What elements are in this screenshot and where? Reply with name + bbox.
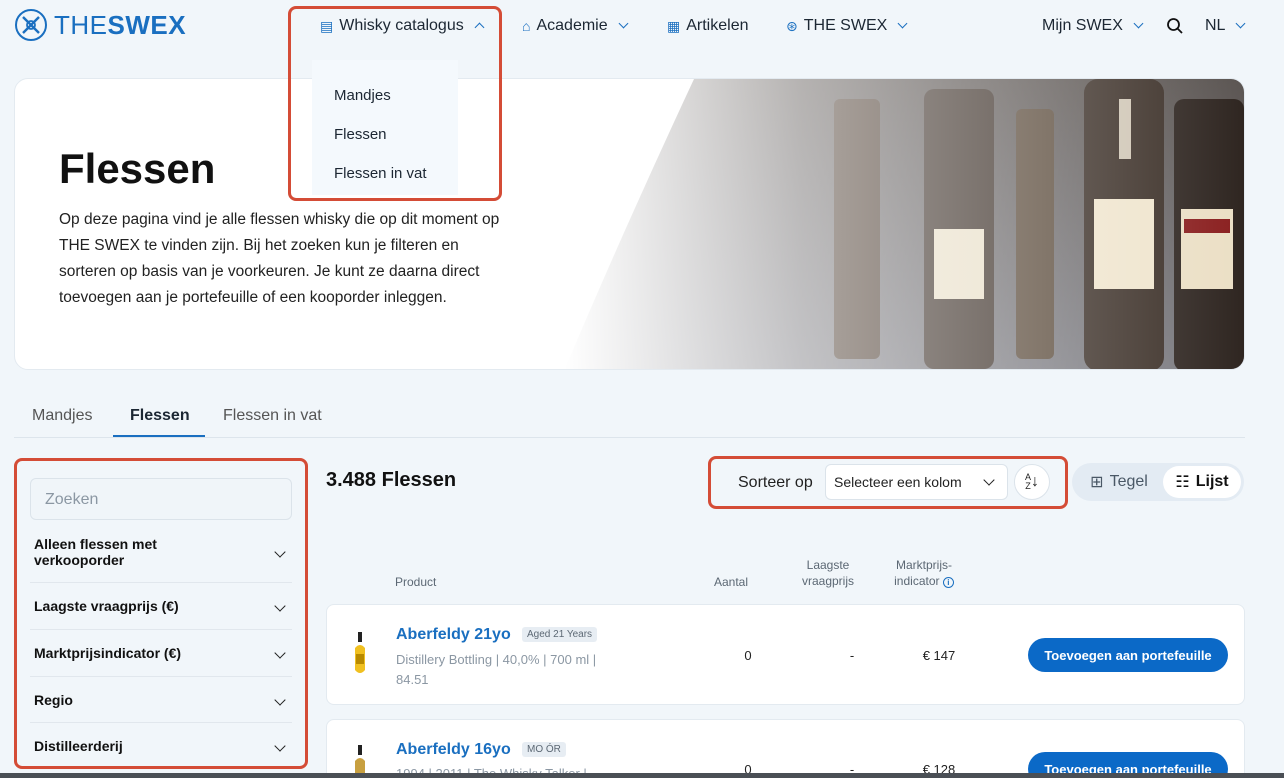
cell-laagste: - <box>849 648 855 663</box>
chevron-down-icon <box>1133 18 1144 28</box>
window-bottom-edge <box>0 773 1284 778</box>
product-badge: MO ÓR <box>522 742 566 757</box>
tabs-divider <box>14 437 1245 438</box>
nav-the-swex[interactable]: ⊛ THE SWEX <box>786 17 908 35</box>
tab-flessen-in-vat[interactable]: Flessen in vat <box>223 407 322 425</box>
cell-markt: € 147 <box>922 648 956 663</box>
col-marktprijsindicator: Marktprijs- indicator i <box>894 558 954 588</box>
logo-text: THESWEX <box>54 9 187 40</box>
active-tab-indicator <box>113 435 205 437</box>
chevron-down-icon <box>1236 18 1246 28</box>
tab-flessen[interactable]: Flessen <box>130 407 190 425</box>
add-to-portfolio-button[interactable]: Toevoegen aan portefeuille <box>1028 638 1228 672</box>
view-list-button[interactable]: ☷ Lijst <box>1163 466 1241 498</box>
col-aantal: Aantal <box>714 575 749 589</box>
col-laagste-vraagprijs: Laagste vraagprijs <box>801 558 855 588</box>
academy-icon: ⌂ <box>522 18 531 34</box>
nav-mijn-swex[interactable]: Mijn SWEX <box>1042 17 1144 35</box>
highlight-box-catalog <box>288 6 502 201</box>
highlight-box-filters <box>14 458 308 769</box>
search-icon[interactable] <box>1166 17 1184 40</box>
list-icon: ☷ <box>1175 474 1190 491</box>
tab-mandjes[interactable]: Mandjes <box>32 407 92 425</box>
age-badge: Aged 21 Years <box>522 627 598 642</box>
hero-whisky-image <box>564 79 1244 369</box>
page-description: Op deze pagina vind je alle flessen whis… <box>59 211 500 306</box>
nav-academie[interactable]: ⌂ Academie <box>522 17 629 35</box>
chevron-down-icon <box>618 18 629 28</box>
highlight-box-sort <box>708 456 1068 509</box>
articles-icon: ▦ <box>667 17 681 34</box>
info-icon[interactable]: i <box>942 577 954 588</box>
bottle-image <box>355 632 365 673</box>
nav-artikelen[interactable]: ▦ Artikelen <box>667 17 748 35</box>
logo[interactable]: THESWEX <box>14 8 186 42</box>
cell-aantal: 0 <box>744 648 752 663</box>
results-count: 3.488 Flessen <box>326 469 457 491</box>
view-tile-button[interactable]: ⊞ Tegel <box>1078 466 1160 498</box>
col-product: Product <box>395 575 437 589</box>
page-title: Flessen <box>59 145 216 192</box>
swex-icon: ⊛ <box>786 17 798 34</box>
view-toggle: ⊞ Tegel ☷ Lijst <box>1072 463 1244 501</box>
product-meta: Distillery Bottling | 40,0% | 700 ml | 8… <box>396 652 597 687</box>
language-select[interactable]: NL <box>1205 17 1246 35</box>
swex-logo-icon <box>15 9 47 41</box>
product-name[interactable]: Aberfeldy 16yo <box>396 741 511 759</box>
grid-icon: ⊞ <box>1090 474 1104 491</box>
product-name[interactable]: Aberfeldy 21yo <box>396 626 511 644</box>
chevron-down-icon <box>897 18 908 28</box>
